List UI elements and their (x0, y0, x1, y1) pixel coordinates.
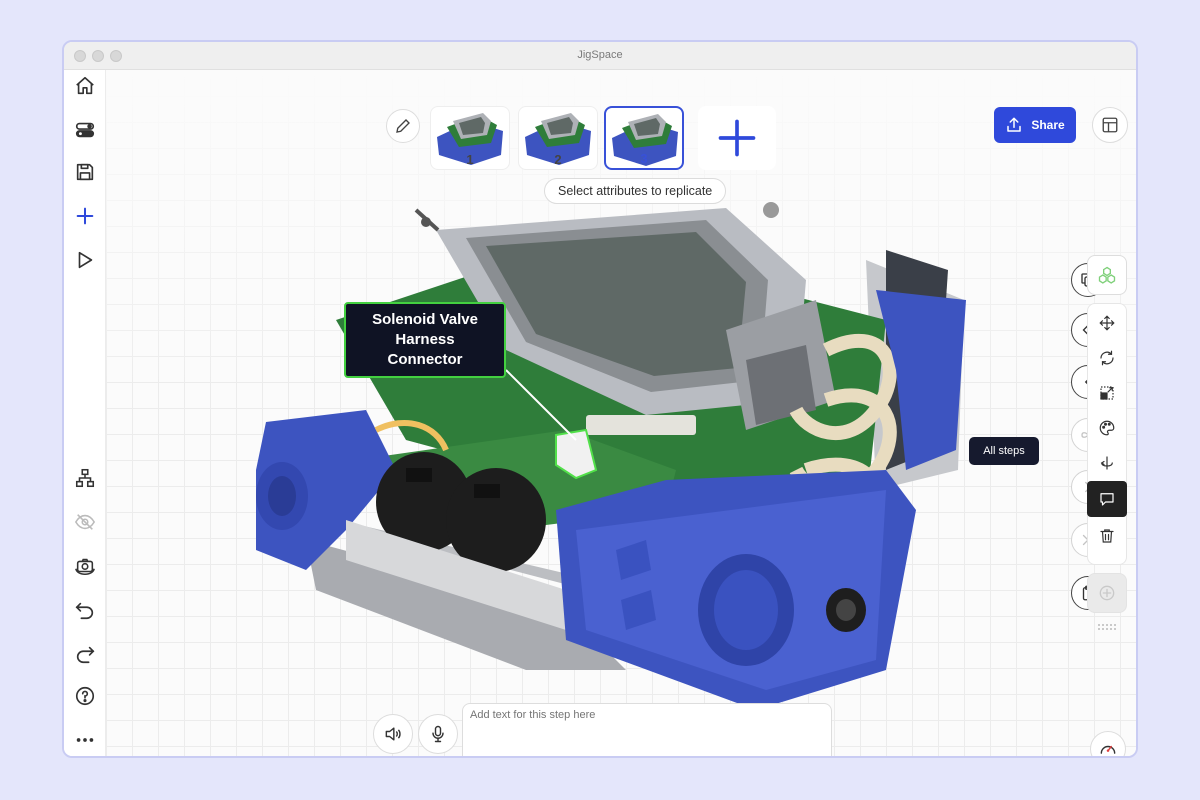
share-button[interactable]: Share (994, 107, 1076, 143)
audio-button[interactable] (373, 714, 413, 754)
snap-button[interactable] (1087, 573, 1127, 613)
play-icon[interactable] (73, 248, 97, 272)
help-icon[interactable] (73, 684, 97, 708)
plus-icon (718, 119, 756, 157)
hierarchy-icon[interactable] (73, 466, 97, 490)
more-icon[interactable] (73, 728, 97, 752)
comment-icon (1100, 493, 1114, 506)
orbit-icon (1100, 456, 1113, 470)
toggles-icon[interactable] (73, 118, 97, 142)
speaker-icon (385, 727, 401, 741)
undo-icon[interactable] (73, 598, 97, 622)
palette-icon (1099, 420, 1115, 436)
microphone-icon (432, 725, 444, 743)
move-tool[interactable] (1090, 306, 1124, 340)
step-thumbnail-1[interactable]: 1 (430, 106, 510, 170)
crosshair-icon (1099, 585, 1115, 601)
add-icon[interactable] (73, 204, 97, 228)
speedometer-icon (1100, 745, 1116, 754)
save-icon[interactable] (73, 160, 97, 184)
rotate-tool[interactable] (1090, 341, 1124, 375)
hidden-eye-icon[interactable] (73, 510, 97, 534)
rotate-icon (1100, 350, 1114, 366)
orbit-tool[interactable] (1090, 446, 1124, 480)
layout-icon (1102, 117, 1118, 133)
title-bar: JigSpace (64, 42, 1136, 70)
trash-icon (1100, 529, 1114, 543)
step-number: 1 (466, 152, 474, 167)
add-part-button[interactable] (1087, 255, 1127, 295)
share-label: Share (1031, 118, 1065, 132)
step-number: 2 (554, 152, 562, 167)
layout-button[interactable] (1092, 107, 1128, 143)
ar-camera-icon[interactable] (73, 554, 97, 578)
step-text-input[interactable] (462, 703, 832, 756)
replicate-hint[interactable]: Select attributes to replicate (544, 178, 727, 204)
callout-line-2: Harness (395, 331, 455, 348)
color-tool[interactable] (1090, 411, 1124, 445)
drag-handle-icon[interactable] (1097, 623, 1117, 631)
callout-line-3: Connector (387, 351, 463, 368)
step-number: 3 (640, 151, 648, 166)
annotation-tool[interactable] (1087, 481, 1127, 517)
edit-step-button[interactable] (386, 109, 420, 143)
step-thumbnail-3[interactable]: 3 (604, 106, 684, 170)
3d-viewport[interactable]: 1 2 3 Select attributes to replicate Sha… (106, 70, 1136, 756)
all-steps-tooltip: All steps (969, 437, 1039, 465)
scale-tool[interactable] (1090, 376, 1124, 410)
redo-icon[interactable] (73, 642, 97, 666)
annotation-callout[interactable]: Solenoid Valve Harness Connector (344, 302, 506, 378)
callout-line-1: Solenoid Valve (372, 311, 478, 328)
scale-icon (1100, 386, 1114, 400)
delete-tool[interactable] (1090, 519, 1124, 553)
move-icon (1099, 315, 1115, 331)
parts-icon (1098, 266, 1116, 284)
add-step-button[interactable] (698, 106, 776, 170)
record-voice-button[interactable] (418, 714, 458, 754)
step-thumbnail-2[interactable]: 2 (518, 106, 598, 170)
left-sidebar (64, 70, 106, 756)
window-title: JigSpace (577, 49, 623, 61)
transform-toolbar (1087, 303, 1127, 565)
home-icon[interactable] (73, 74, 97, 98)
upload-icon (1007, 117, 1022, 132)
3d-model[interactable] (106, 70, 1136, 756)
app-window: JigSpace 1 2 3 Select attributes to repl… (62, 40, 1138, 758)
